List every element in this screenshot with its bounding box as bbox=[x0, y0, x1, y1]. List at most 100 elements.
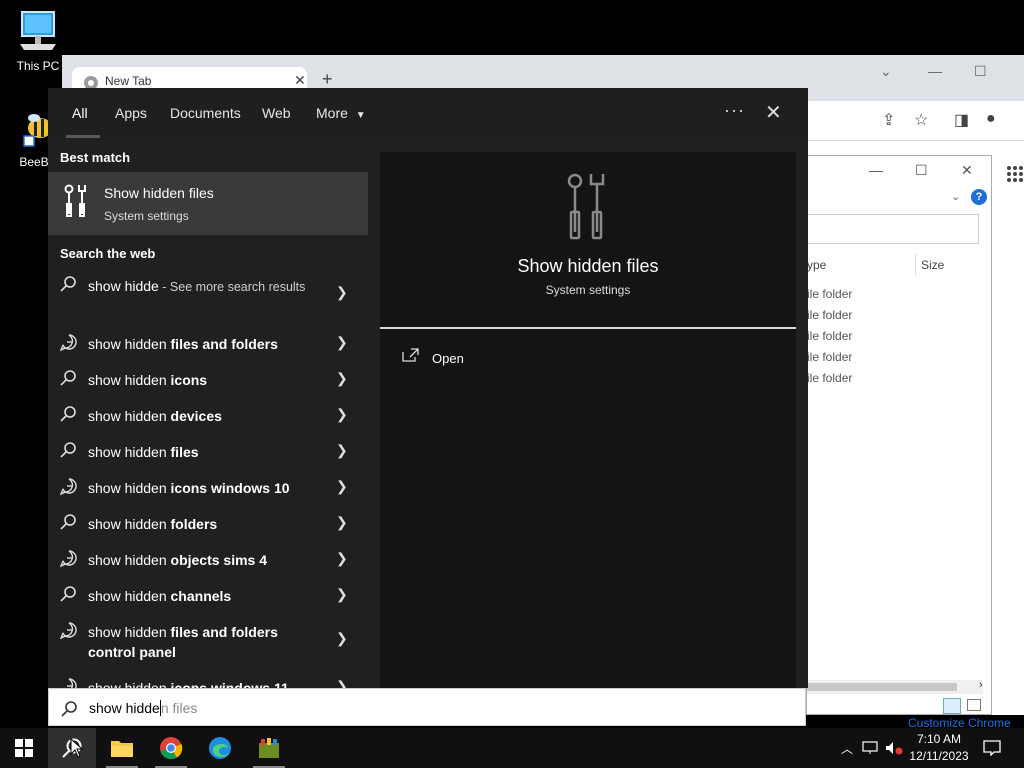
details-view-icon[interactable] bbox=[943, 698, 961, 714]
web-result-item[interactable]: show hidden devices ❯ bbox=[48, 396, 368, 432]
search-history-icon bbox=[60, 622, 77, 639]
best-match-item[interactable]: Show hidden files System settings bbox=[48, 172, 368, 235]
scrollbar-thumb[interactable] bbox=[807, 683, 957, 691]
explorer-search-box[interactable] bbox=[807, 214, 979, 244]
apps-grid-icon[interactable] bbox=[1006, 165, 1024, 183]
close-search-button[interactable]: ✕ bbox=[765, 100, 782, 125]
large-icons-view-icon[interactable] bbox=[967, 699, 981, 711]
file-row-type[interactable]: ile folder bbox=[807, 371, 852, 385]
chevron-right-icon[interactable]: ❯ bbox=[336, 550, 348, 567]
side-panel-icon[interactable]: ◨ bbox=[954, 110, 969, 130]
filter-tab-documents[interactable]: Documents bbox=[170, 105, 241, 121]
result-completion: folders bbox=[166, 516, 218, 532]
volume-muted-icon[interactable] bbox=[884, 728, 904, 768]
taskbar: ︿ 7:10 AM 12/11/2023 bbox=[0, 728, 1024, 768]
web-result-item[interactable]: show hidden files ❯ bbox=[48, 432, 368, 468]
web-result-item[interactable]: show hidden files and folders ❯ bbox=[48, 324, 368, 360]
chevron-right-icon[interactable]: ❯ bbox=[336, 678, 348, 688]
chevron-right-icon[interactable]: ❯ bbox=[336, 442, 348, 459]
web-result-item[interactable]: show hidden icons windows 11 ❯ bbox=[48, 668, 368, 688]
desktop-icon-this-pc[interactable]: This PC bbox=[8, 10, 68, 73]
start-search-panel: All Apps Documents Web More ▼ ··· ✕ Best… bbox=[48, 88, 808, 688]
web-result-item[interactable]: show hidden icons windows 10 ❯ bbox=[48, 468, 368, 504]
open-external-icon bbox=[402, 348, 419, 362]
result-completion: channels bbox=[166, 588, 232, 604]
preview-subtitle: System settings bbox=[545, 283, 631, 297]
search-icon bbox=[61, 701, 77, 717]
horizontal-scrollbar[interactable] bbox=[807, 680, 983, 694]
caret-down-icon: ▼ bbox=[355, 110, 366, 121]
preview-divider bbox=[380, 327, 796, 329]
chevron-right-icon[interactable]: ❯ bbox=[336, 284, 348, 301]
scroll-right-icon[interactable]: › bbox=[979, 679, 983, 691]
edge-taskbar-button[interactable] bbox=[196, 728, 244, 768]
file-explorer-taskbar-button[interactable] bbox=[98, 728, 146, 768]
file-row-type[interactable]: ile folder bbox=[807, 287, 852, 301]
filter-tab-more-label: More bbox=[316, 105, 348, 121]
web-result-text: show hidden channels bbox=[88, 586, 328, 606]
chevron-right-icon[interactable]: ❯ bbox=[336, 586, 348, 603]
help-icon[interactable]: ? bbox=[971, 189, 987, 205]
column-header-size[interactable]: Size bbox=[921, 258, 944, 272]
column-header-type[interactable]: ype bbox=[807, 258, 826, 272]
search-icon bbox=[60, 586, 76, 602]
best-match-heading: Best match bbox=[60, 150, 131, 165]
notifications-icon[interactable] bbox=[980, 728, 1004, 768]
minimize-button[interactable]: — bbox=[869, 162, 883, 178]
filter-tab-apps[interactable]: Apps bbox=[115, 105, 147, 121]
chevron-down-icon[interactable]: ⌄ bbox=[951, 190, 960, 203]
open-action[interactable]: Open bbox=[432, 351, 464, 366]
close-icon[interactable]: ✕ bbox=[294, 72, 306, 89]
more-options-button[interactable]: ··· bbox=[724, 100, 745, 121]
profile-avatar-icon[interactable]: ● bbox=[986, 110, 996, 128]
web-result-text: show hidden objects sims 4 bbox=[88, 550, 328, 570]
network-icon[interactable] bbox=[860, 728, 880, 768]
column-divider bbox=[915, 254, 916, 276]
start-button[interactable] bbox=[0, 728, 48, 768]
filter-tab-more[interactable]: More ▼ bbox=[316, 105, 366, 121]
chevron-right-icon[interactable]: ❯ bbox=[336, 334, 348, 351]
system-clock[interactable]: 7:10 AM 12/11/2023 bbox=[906, 731, 972, 765]
search-input[interactable]: show hidden files bbox=[89, 700, 197, 716]
search-history-icon bbox=[62, 678, 77, 688]
maximize-button[interactable]: ☐ bbox=[915, 162, 928, 179]
app-taskbar-button[interactable] bbox=[245, 728, 293, 768]
filter-tab-web[interactable]: Web bbox=[262, 105, 291, 121]
maximize-button[interactable]: ☐ bbox=[974, 63, 987, 80]
new-tab-button[interactable]: + bbox=[322, 69, 333, 90]
taskbar-search-field[interactable]: show hidden files bbox=[48, 688, 806, 726]
web-result-item[interactable]: show hidde - See more search results ❯ bbox=[48, 266, 368, 318]
bookmark-star-icon[interactable]: ☆ bbox=[914, 110, 928, 130]
file-explorer-window: — ☐ ✕ ⌄ ? ype Size ile folder ile folder… bbox=[806, 155, 992, 715]
file-row-type[interactable]: ile folder bbox=[807, 329, 852, 343]
chevron-right-icon[interactable]: ❯ bbox=[336, 370, 348, 387]
search-icon bbox=[60, 276, 76, 292]
file-row-type[interactable]: ile folder bbox=[807, 350, 852, 364]
chevron-right-icon[interactable]: ❯ bbox=[336, 406, 348, 423]
close-button[interactable]: ✕ bbox=[961, 162, 973, 179]
chrome-taskbar-button[interactable] bbox=[147, 728, 195, 768]
share-icon[interactable]: ⇪ bbox=[882, 110, 895, 130]
search-typed-text: show hidde bbox=[89, 700, 160, 716]
search-icon bbox=[60, 442, 76, 458]
search-icon bbox=[60, 514, 76, 530]
result-query: show hidden bbox=[88, 480, 167, 496]
web-result-item[interactable]: show hidden objects sims 4 ❯ bbox=[48, 540, 368, 576]
result-query: show hidden bbox=[88, 336, 167, 352]
web-result-item[interactable]: show hidden files and folders control pa… bbox=[48, 612, 368, 662]
web-result-item[interactable]: show hidden icons ❯ bbox=[48, 360, 368, 396]
chevron-right-icon[interactable]: ❯ bbox=[336, 514, 348, 531]
filter-tab-all[interactable]: All bbox=[72, 105, 88, 121]
search-button[interactable] bbox=[48, 728, 96, 768]
web-result-item[interactable]: show hidden channels ❯ bbox=[48, 576, 368, 612]
chevron-right-icon[interactable]: ❯ bbox=[336, 630, 348, 647]
settings-tools-icon bbox=[567, 173, 605, 240]
web-result-item[interactable]: show hidden folders ❯ bbox=[48, 504, 368, 540]
file-row-type[interactable]: ile folder bbox=[807, 308, 852, 322]
minimize-button[interactable]: — bbox=[928, 63, 942, 79]
result-completion: files bbox=[166, 444, 199, 460]
chevron-right-icon[interactable]: ❯ bbox=[336, 478, 348, 495]
tab-search-icon[interactable]: ⌄ bbox=[880, 63, 892, 80]
show-hidden-icons-chevron-icon[interactable]: ︿ bbox=[838, 728, 856, 768]
search-history-icon bbox=[60, 478, 77, 495]
